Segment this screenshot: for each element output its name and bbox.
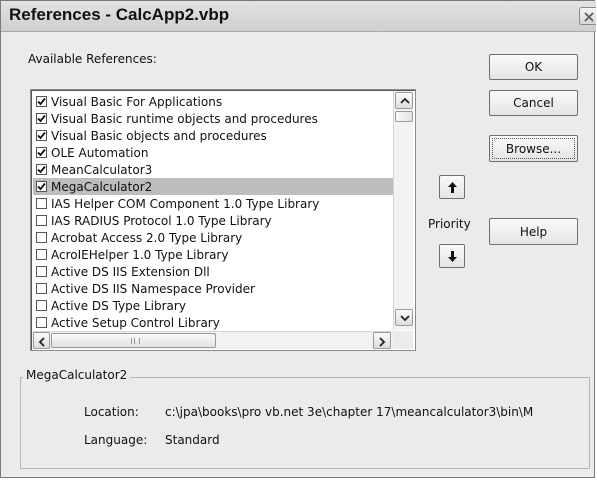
scroll-left-icon <box>38 337 45 347</box>
reference-label: OLE Automation <box>51 145 149 160</box>
browse-button[interactable]: Browse... <box>489 135 578 162</box>
close-button[interactable] <box>579 7 596 25</box>
reference-checkbox[interactable] <box>36 283 47 294</box>
reference-checkbox[interactable] <box>36 215 47 226</box>
reference-label: Visual Basic For Applications <box>51 94 223 109</box>
reference-label: MeanCalculator3 <box>51 162 153 177</box>
reference-row[interactable]: Visual Basic objects and procedures <box>33 127 393 144</box>
close-icon <box>584 12 594 22</box>
horizontal-scrollbar[interactable] <box>32 331 393 349</box>
cancel-button[interactable]: Cancel <box>489 90 578 116</box>
reference-label: Active Setup Control Library <box>51 315 220 330</box>
reference-checkbox[interactable] <box>36 249 47 260</box>
vertical-scrollbar[interactable] <box>393 91 413 330</box>
reference-label: MegaCalculator2 <box>51 179 153 194</box>
references-rows: Visual Basic For Applications Visual Basi… <box>33 93 393 331</box>
reference-label: IAS RADIUS Protocol 1.0 Type Library <box>51 213 272 228</box>
title-bar[interactable]: References - CalcApp2.vbp <box>1 1 596 32</box>
available-references-label: Available References: <box>28 52 157 66</box>
location-value: c:\jpa\books\pro vb.net 3e\chapter 17\me… <box>165 405 534 419</box>
reference-checkbox[interactable] <box>36 130 47 141</box>
location-label: Location: <box>84 405 139 419</box>
scrollbar-corner <box>393 331 413 349</box>
vertical-scroll-thumb[interactable] <box>395 111 413 122</box>
checkmark-icon <box>37 165 46 174</box>
reference-row[interactable]: Active Setup Control Library <box>33 314 393 331</box>
reference-checkbox[interactable] <box>36 113 47 124</box>
scroll-grip-icon <box>131 338 140 344</box>
scroll-left-button[interactable] <box>33 332 50 349</box>
reference-row[interactable]: MeanCalculator3 <box>33 161 393 178</box>
reference-checkbox[interactable] <box>36 181 47 192</box>
reference-label: Active DS Type Library <box>51 298 186 313</box>
reference-row[interactable]: OLE Automation <box>33 144 393 161</box>
horizontal-scroll-thumb[interactable] <box>51 333 216 348</box>
priority-label: Priority <box>428 217 471 231</box>
reference-label: Visual Basic objects and procedures <box>51 128 267 143</box>
reference-row[interactable]: Visual Basic For Applications <box>33 93 393 110</box>
reference-label: Active DS IIS Namespace Provider <box>51 281 255 296</box>
scroll-right-button[interactable] <box>373 332 391 349</box>
reference-checkbox[interactable] <box>36 317 47 328</box>
checkmark-icon <box>37 148 46 157</box>
help-button[interactable]: Help <box>489 218 578 245</box>
reference-label: Visual Basic runtime objects and procedu… <box>51 111 318 126</box>
reference-row[interactable]: AcroIEHelper 1.0 Type Library <box>33 246 393 263</box>
reference-checkbox[interactable] <box>36 164 47 175</box>
ok-button[interactable]: OK <box>489 54 578 80</box>
reference-row[interactable]: IAS RADIUS Protocol 1.0 Type Library <box>33 212 393 229</box>
language-label: Language: <box>84 433 148 447</box>
window-title: References - CalcApp2.vbp <box>9 5 230 24</box>
reference-checkbox[interactable] <box>36 300 47 311</box>
reference-row[interactable]: Active DS Type Library <box>33 297 393 314</box>
reference-row[interactable]: Visual Basic runtime objects and procedu… <box>33 110 393 127</box>
up-arrow-icon <box>448 182 457 193</box>
language-value: Standard <box>165 433 220 447</box>
scroll-up-button[interactable] <box>395 92 413 109</box>
scroll-up-icon <box>400 97 410 104</box>
checkmark-icon <box>37 131 46 140</box>
reference-label: IAS Helper COM Component 1.0 Type Librar… <box>51 196 320 211</box>
reference-label: Acrobat Access 2.0 Type Library <box>51 230 243 245</box>
checkmark-icon <box>37 182 46 191</box>
reference-checkbox[interactable] <box>36 96 47 107</box>
scroll-down-icon <box>400 315 410 322</box>
checkmark-icon <box>37 97 46 106</box>
priority-down-button[interactable] <box>439 244 465 268</box>
checkmark-icon <box>37 114 46 123</box>
references-dialog: References - CalcApp2.vbp Available Refe… <box>0 0 596 478</box>
reference-row[interactable]: Active DS IIS Extension Dll <box>33 263 393 280</box>
reference-row[interactable]: Active DS IIS Namespace Provider <box>33 280 393 297</box>
reference-row[interactable]: IAS Helper COM Component 1.0 Type Librar… <box>33 195 393 212</box>
reference-row[interactable]: MegaCalculator2 <box>33 178 393 195</box>
scroll-down-button[interactable] <box>395 309 413 326</box>
reference-label: AcroIEHelper 1.0 Type Library <box>51 247 229 262</box>
reference-label: Active DS IIS Extension Dll <box>51 264 210 279</box>
reference-checkbox[interactable] <box>36 266 47 277</box>
priority-up-button[interactable] <box>439 175 465 199</box>
reference-checkbox[interactable] <box>36 232 47 243</box>
references-list[interactable]: Visual Basic For Applications Visual Basi… <box>30 89 416 351</box>
reference-checkbox[interactable] <box>36 147 47 158</box>
reference-checkbox[interactable] <box>36 198 47 209</box>
details-group-title: MegaCalculator2 <box>23 368 131 382</box>
down-arrow-icon <box>448 251 457 262</box>
scroll-right-icon <box>379 337 386 347</box>
reference-details-group <box>20 377 590 469</box>
reference-row[interactable]: Acrobat Access 2.0 Type Library <box>33 229 393 246</box>
